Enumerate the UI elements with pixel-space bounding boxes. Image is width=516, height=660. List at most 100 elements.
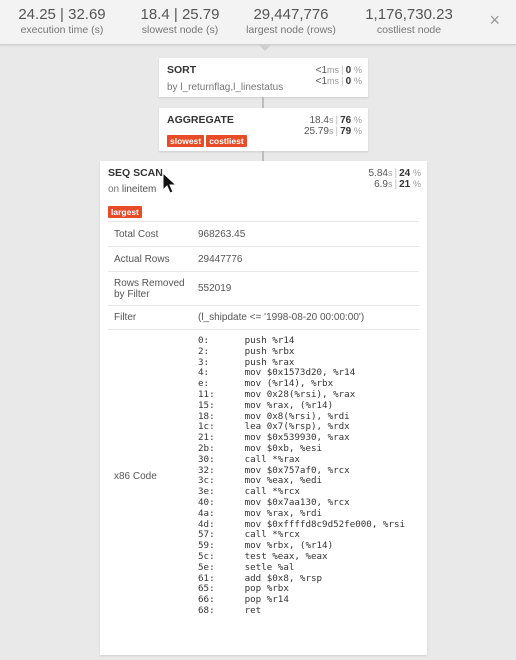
- slowest-node-stat: 18.4 | 25.79 slowest node (s): [128, 6, 232, 37]
- x86-code-label: x86 Code: [108, 328, 194, 623]
- code-line-offset: 5e:: [198, 561, 215, 573]
- aggregate-cost-pct: 79: [340, 126, 352, 137]
- seq-scan-cost-pct: 21: [399, 179, 411, 190]
- filter-label: Filter: [108, 305, 194, 330]
- code-line-instruction: pop %rbx: [228, 583, 289, 595]
- seq-scan-relation: on lineitem: [108, 184, 156, 195]
- table-row: Actual Rows 29447776: [108, 246, 419, 272]
- code-line-instruction: pop %r14: [228, 594, 289, 606]
- sort-cost-pct-sign: %: [353, 76, 362, 86]
- mouse-cursor-icon: [162, 172, 178, 194]
- sort-node-timing: <1ms | 0 % <1ms | 0 %: [315, 65, 362, 87]
- code-line: 68: ret: [198, 604, 415, 617]
- actual-rows-label: Actual Rows: [108, 246, 194, 272]
- code-line-instruction: mov %eax, %edi: [228, 475, 323, 487]
- table-row: x86 Code 0: push %r14 2: push %rbx 3: push…: [108, 328, 419, 623]
- seq-scan-relation-name: lineitem: [121, 184, 157, 195]
- aggregate-node[interactable]: AGGREGATE slowest costliest 18.4s | 76 % 25…: [159, 108, 368, 151]
- code-line-instruction: call *%rcx: [228, 486, 300, 498]
- sort-node-subtitle: by l_returnflag,l_linestatus: [167, 82, 284, 93]
- connector-line: [262, 151, 264, 161]
- costliest-node-stat: 1,176,730.23 costliest node: [354, 6, 464, 37]
- rows-removed-value: 552019: [194, 271, 419, 306]
- largest-node-stat: 29,447,776 largest node (rows): [236, 6, 346, 37]
- largest-tag: largest: [108, 206, 142, 218]
- table-row: Total Cost 968263.45: [108, 221, 419, 247]
- aggregate-cost-pct-sign: %: [353, 126, 362, 136]
- largest-node-label: largest node (rows): [246, 24, 336, 36]
- code-line-offset: 68:: [198, 604, 215, 616]
- costliest-tag: costliest: [206, 135, 247, 147]
- seq-scan-time-pct-sign: %: [412, 168, 421, 178]
- code-line-instruction: add $0x8, %rsp: [228, 572, 323, 584]
- largest-node-value: 29,447,776: [253, 6, 329, 23]
- aggregate-time-pct-sign: %: [353, 115, 362, 125]
- costliest-node-value: 1,176,730.23: [365, 6, 453, 23]
- sort-node[interactable]: SORT by l_returnflag,l_linestatus <1ms | 0…: [159, 58, 368, 97]
- code-line-instruction: call *%rax: [228, 453, 300, 465]
- slowest-node-label: slowest node (s): [141, 24, 219, 36]
- rows-removed-label: Rows Removed by Filter: [108, 271, 194, 306]
- seq-scan-details-table: Total Cost 968263.45 Actual Rows 2944777…: [108, 221, 419, 623]
- seq-scan-time-pct: 24: [399, 168, 411, 179]
- code-line-instruction: mov $0xb, %esi: [228, 442, 323, 454]
- code-line-instruction: ret: [228, 604, 262, 616]
- aggregate-cost: 25.79: [303, 126, 329, 137]
- total-cost-label: Total Cost: [108, 221, 194, 247]
- code-line-instruction: lea 0x7(%rsp), %rdx: [228, 421, 350, 433]
- actual-rows-value: 29447776: [194, 246, 419, 272]
- sort-cost: <1: [315, 76, 328, 87]
- sort-time-pct-sign: %: [353, 65, 362, 75]
- seq-scan-node-title: SEQ SCAN: [108, 167, 163, 179]
- costliest-node-label: costliest node: [376, 24, 442, 36]
- code-line-instruction: mov $0xffffd8c9d52fe000, %rsi: [228, 518, 406, 530]
- execution-time-stat: 24.25 | 32.69 execution time (s): [6, 6, 118, 37]
- sort-cost-pct: 0: [345, 76, 352, 87]
- filter-value: (l_shipdate <= '1998-08-20 00:00:00'): [194, 305, 419, 330]
- code-line-instruction: test %eax, %eax: [228, 550, 328, 562]
- code-line-offset: 2:: [198, 345, 210, 357]
- sort-cost-unit: ms: [327, 76, 340, 86]
- code-line-instruction: mov $0x1573d20, %r14: [228, 367, 356, 379]
- close-icon[interactable]: ×: [489, 10, 500, 31]
- code-line-instruction: setle %al: [228, 561, 295, 573]
- connector-line: [262, 97, 264, 108]
- aggregate-node-timing: 18.4s | 76 % 25.79s | 79 %: [303, 115, 362, 137]
- code-line-instruction: mov $0x757af0, %rcx: [228, 464, 350, 476]
- code-line-instruction: mov $0x539930, %rax: [228, 432, 350, 444]
- seq-scan-cost-pct-sign: %: [412, 179, 421, 189]
- code-line-instruction: mov %rbx, (%r14): [228, 540, 334, 552]
- sort-time-pct: 0: [345, 65, 352, 76]
- table-row: Rows Removed by Filter 552019: [108, 271, 419, 306]
- sort-time-unit: ms: [327, 65, 340, 75]
- seq-scan-node-timing: 5.84s | 24 % 6.9s | 21 %: [368, 168, 422, 190]
- sort-node-title: SORT: [167, 64, 197, 76]
- stats-header: 24.25 | 32.69 execution time (s) 18.4 | …: [0, 0, 516, 45]
- total-cost-value: 968263.45: [194, 221, 419, 247]
- aggregate-tags: slowest costliest: [167, 131, 249, 149]
- seq-scan-time: 5.84: [368, 168, 388, 179]
- aggregate-time: 18.4: [309, 115, 329, 126]
- code-line-instruction: mov 0x8(%rsi), %rdi: [228, 410, 350, 422]
- code-line-offset: 15:: [198, 399, 215, 411]
- code-line-offset: 30:: [198, 453, 215, 465]
- aggregate-node-title: AGGREGATE: [167, 114, 234, 126]
- code-line-instruction: mov 0x28(%rsi), %rax: [228, 388, 356, 400]
- x86-code-listing: 0: push %r14 2: push %rbx 3: push %rax 4: m…: [198, 335, 415, 617]
- code-line-instruction: push %rax: [228, 356, 295, 368]
- code-line-instruction: mov %rax, (%r14): [228, 399, 334, 411]
- seq-scan-node[interactable]: SEQ SCAN on lineitem largest 5.84s | 24 % …: [100, 161, 427, 655]
- aggregate-time-pct: 76: [340, 115, 352, 126]
- code-line-instruction: push %rbx: [228, 345, 295, 357]
- code-line-instruction: push %r14: [228, 335, 295, 346]
- code-line-instruction: mov $0x7aa130, %rcx: [228, 496, 350, 508]
- code-line-instruction: mov (%r14), %rbx: [228, 378, 334, 390]
- seq-scan-on-label: on: [108, 184, 120, 195]
- header-pointer-arrow: [258, 44, 272, 51]
- sort-time: <1: [315, 65, 328, 76]
- execution-time-value: 24.25 | 32.69: [18, 6, 106, 23]
- code-line-instruction: mov %rax, %rdi: [228, 507, 323, 519]
- code-line-instruction: call *%rcx: [228, 529, 300, 541]
- x86-code-cell: 0: push %r14 2: push %rbx 3: push %rax 4: m…: [194, 328, 419, 623]
- code-line-offset: 4a:: [198, 507, 215, 519]
